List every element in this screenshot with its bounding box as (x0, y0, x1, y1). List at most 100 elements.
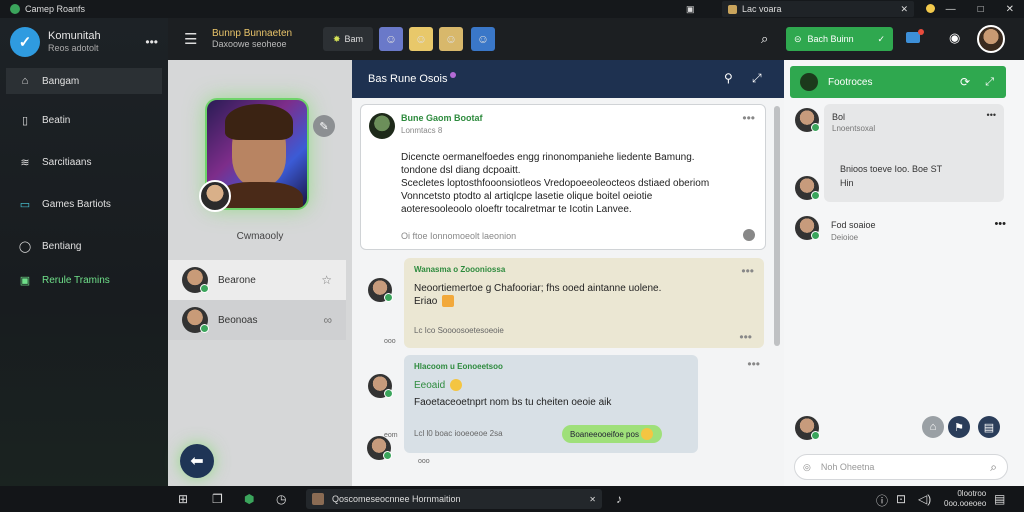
user-avatar[interactable] (977, 25, 1005, 53)
theme-moon-icon[interactable] (926, 4, 935, 13)
quick-avatar-2[interactable]: ☺ (409, 27, 433, 51)
app-logo-icon (10, 4, 20, 14)
star-icon: ✸ (332, 33, 341, 44)
profile-name: Cwmaooly (236, 231, 284, 242)
active-tab[interactable]: Lac voara ✕ (722, 1, 914, 17)
note-icon[interactable]: ♪ (616, 492, 622, 506)
hamburger-menu-icon[interactable]: ☰ (184, 30, 200, 48)
status-dot-icon (450, 72, 457, 78)
info-icon[interactable]: ⓘ (876, 492, 888, 509)
timestamp: ooo (418, 458, 430, 465)
tab-close-icon[interactable]: ✕ (900, 4, 908, 15)
pinned-post[interactable]: Bune Gaom Bootaf Lonmtacs 8 ••• Dicencte… (360, 104, 766, 250)
activity-header: Footroces ⟳ ⤢ (790, 66, 1006, 98)
avatar (182, 267, 209, 293)
maximize-button[interactable]: □ (978, 4, 984, 15)
sidebar-item-home[interactable]: ⌂ Bangam (6, 68, 162, 94)
post-line: tondone dsl diang dcpoaitt. (401, 165, 521, 176)
sidebar-item-sections[interactable]: ≋ Sarcitiaans (6, 149, 162, 175)
more-icon[interactable]: ✕ (589, 495, 596, 504)
profile-mini-avatar[interactable] (199, 180, 231, 212)
compose-field[interactable]: ◎ Noh Oheetna ⌕ (794, 454, 1008, 480)
avatar[interactable] (367, 436, 392, 460)
window-menu-icon[interactable]: ▣ (686, 4, 695, 15)
chat-panel: Bas Rune Osois ⚲ ⤢ Bune Gaom Bootaf Lonm… (352, 60, 784, 486)
sidebar-item-games[interactable]: ▭ Games Bartiots (6, 191, 162, 217)
post-more-icon[interactable]: ••• (742, 111, 755, 125)
notifications-icon[interactable]: ▤ (994, 492, 1005, 506)
expand-icon[interactable]: ⤢ (985, 76, 994, 89)
clock[interactable]: 0lootroo 0oo.ooeoeo (944, 489, 986, 509)
back-arrow-button[interactable]: ⬅ (180, 444, 214, 478)
quick-avatar-3[interactable]: ☺ (439, 27, 463, 51)
bell-icon[interactable]: ◉ (949, 30, 960, 46)
sidebar-item-rules[interactable]: ▣ Rerule Tramins (6, 267, 162, 293)
video-icon[interactable] (906, 29, 924, 43)
quick-avatar-4[interactable]: ☺ (471, 27, 495, 51)
avatar[interactable] (368, 374, 393, 398)
search-icon[interactable]: ⌕ (990, 460, 997, 475)
favorites-button[interactable]: ✸ Bam (323, 27, 373, 51)
favorites-label: Bam (344, 34, 364, 44)
edit-pencil-icon[interactable]: ✎ (313, 115, 335, 137)
contact-row[interactable]: Bearone ☆ (168, 260, 346, 300)
sidebar-item-settings[interactable]: ◯ Bentiang (6, 233, 162, 259)
avatar (800, 73, 818, 91)
profile-hair (225, 104, 293, 140)
bookmark-icon: ▯ (21, 114, 29, 127)
infinity-icon[interactable]: ∞ (323, 313, 332, 327)
minimize-button[interactable]: — (946, 4, 956, 15)
sidebar-item-bookmarks[interactable]: ▯ Beatin (6, 107, 162, 133)
message-more-icon[interactable]: ••• (747, 357, 760, 371)
search-icon[interactable]: ⌕ (761, 31, 768, 47)
message-options-icon[interactable]: ••• (739, 330, 752, 344)
more-icon[interactable]: ••• (145, 35, 158, 49)
timestamp: ooo (384, 338, 396, 345)
clock-icon[interactable]: ◷ (276, 492, 286, 506)
entry-more-icon[interactable]: ••• (994, 218, 1006, 230)
join-button[interactable]: ⊝ Bach Buinn ✓ (786, 27, 893, 51)
avatar[interactable] (795, 176, 820, 200)
volume-icon[interactable]: ◁) (918, 492, 931, 506)
chat-scrollbar[interactable] (774, 106, 780, 346)
avatar[interactable] (795, 216, 820, 240)
close-button[interactable]: ✕ (1006, 4, 1014, 15)
contact-name: Bearone (218, 274, 256, 286)
pin-icon[interactable]: ⚲ (724, 71, 733, 85)
tab-favicon-icon (728, 4, 737, 14)
star-outline-icon[interactable]: ☆ (321, 273, 332, 287)
shield-icon[interactable]: ⬢ (244, 492, 254, 506)
refresh-icon[interactable]: ⟳ (960, 75, 970, 89)
reaction-pill[interactable]: Boaneeooeifoe pos (562, 425, 662, 443)
taskbar-app[interactable]: Qoscomeseocnnee Hornmaition ✕ (306, 489, 602, 509)
grid-icon: ▣ (19, 274, 31, 287)
top-bar: ☰ Bunnp Bunnaeten Daxoowe seoheoe ✸ Bam … (168, 18, 1024, 60)
emoji-picker-icon[interactable]: ◎ (803, 462, 811, 473)
avatar[interactable] (795, 416, 820, 440)
taskbar: ⊞ ❐ ⬢ ◷ Qoscomeseocnnee Hornmaition ✕ ♪ … (0, 486, 1024, 512)
card-more-icon[interactable]: ••• (987, 110, 996, 120)
start-icon[interactable]: ⊞ (178, 492, 188, 506)
message-bubble[interactable]: Wanasma o Zoooniossa ••• Neoortiemertoe … (404, 258, 764, 348)
message-bubble[interactable]: Hlacoom u Eonoeetsoo ••• Eeoaid Faoetace… (404, 355, 760, 453)
avatar[interactable] (368, 278, 393, 302)
message-more-icon[interactable]: ••• (741, 264, 754, 278)
reaction-icon[interactable] (743, 229, 755, 241)
post-line: Dicencte oermanelfoedes engg rinonompani… (401, 152, 695, 163)
avatar[interactable] (795, 108, 820, 132)
entry-sub: Deioioe (831, 233, 859, 242)
pin-button-icon[interactable]: ⚑ (948, 416, 970, 438)
activity-panel: Footroces ⟳ ⤢ Bol Lnoentsoxal ••• Bnioos… (784, 60, 1024, 486)
box-button-icon[interactable]: ▤ (978, 416, 1000, 438)
tag-icon[interactable]: ⌂ (922, 416, 944, 438)
network-icon[interactable]: ⊡ (896, 492, 906, 506)
quick-avatar-1[interactable]: ☺ (379, 27, 403, 51)
expand-icon[interactable]: ⤢ (752, 71, 762, 86)
message-line: Eeoaid (414, 380, 446, 391)
people-panel: ✎ Cwmaooly Bearone ☆ Beonoas ∞ ⬅ (168, 60, 352, 486)
task-view-icon[interactable]: ❐ (212, 492, 223, 506)
brand-logo-icon[interactable]: ✓ (10, 27, 40, 57)
contact-row[interactable]: Beonoas ∞ (168, 300, 346, 340)
page-title: Bunnp Bunnaeten (212, 28, 293, 39)
activity-card[interactable]: Bol Lnoentsoxal ••• Bnioos toeve Ioo. Bo… (824, 104, 1004, 202)
